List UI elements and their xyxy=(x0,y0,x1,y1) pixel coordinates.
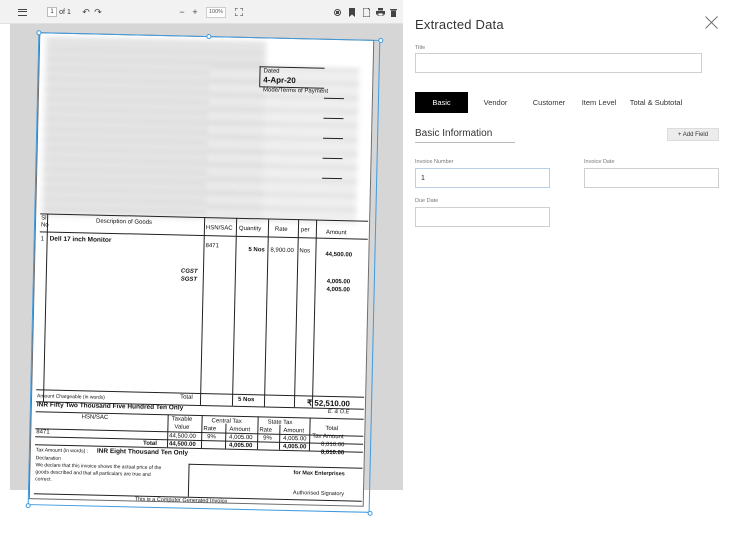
rotate-icon xyxy=(333,8,341,16)
invoice-number-input[interactable] xyxy=(415,168,550,188)
zoom-in-button[interactable]: + xyxy=(189,0,201,24)
bookmark-button[interactable] xyxy=(346,0,358,24)
invoice-date-label: Invoice Date xyxy=(584,159,615,165)
tab-bar: Basic Vendor Customer Item Level Total &… xyxy=(415,92,689,113)
title-input[interactable] xyxy=(415,53,702,73)
zoom-level[interactable]: 100% xyxy=(204,0,228,24)
section-title: Basic Information xyxy=(415,128,493,139)
hamburger-icon xyxy=(17,8,27,16)
print-button[interactable] xyxy=(374,0,386,24)
tab-vendor[interactable]: Vendor xyxy=(468,92,523,113)
print-icon xyxy=(375,8,385,16)
resize-handle[interactable] xyxy=(25,502,31,508)
zoom-out-button[interactable]: − xyxy=(176,0,188,24)
page-number-input[interactable]: 1 xyxy=(46,0,58,24)
viewer-toolbar: 1 of 1 ↶ ↷ − + 100% xyxy=(0,0,403,24)
invoice-date-input[interactable] xyxy=(584,168,719,188)
menu-button[interactable] xyxy=(12,0,32,24)
undo-icon[interactable]: ↶ xyxy=(80,0,92,24)
close-icon[interactable] xyxy=(704,15,719,30)
extracted-data-panel: Extracted Data Title Basic Vendor Custom… xyxy=(403,0,736,537)
bookmark-icon xyxy=(349,7,355,17)
page-count: of 1 xyxy=(59,8,71,16)
redo-icon[interactable]: ↷ xyxy=(92,0,104,24)
trash-icon xyxy=(389,8,397,17)
add-field-button[interactable]: + Add Field xyxy=(667,128,719,141)
selection-box[interactable] xyxy=(25,29,383,516)
resize-handle[interactable] xyxy=(35,29,41,35)
delete-button[interactable] xyxy=(387,0,399,24)
panel-title: Extracted Data xyxy=(415,17,504,32)
fullscreen-icon xyxy=(235,8,243,16)
tab-basic[interactable]: Basic xyxy=(415,92,468,113)
file-icon xyxy=(362,7,370,17)
tab-item-level[interactable]: Item Level xyxy=(575,92,623,113)
resize-handle[interactable] xyxy=(377,37,383,43)
invoice-number-label: Invoice Number xyxy=(415,159,454,165)
due-date-label: Due Date xyxy=(415,198,439,204)
fullscreen-button[interactable] xyxy=(233,0,245,24)
app-window: 1 of 1 ↶ ↷ − + 100% Dated 4-Apr-20 Mode/… xyxy=(0,0,736,537)
rotate-button[interactable] xyxy=(331,0,343,24)
section-divider xyxy=(415,142,515,143)
tab-total-subtotal[interactable]: Total & Subtotal xyxy=(623,92,689,113)
tab-customer[interactable]: Customer xyxy=(523,92,575,113)
due-date-input[interactable] xyxy=(415,207,550,227)
document-viewer: 1 of 1 ↶ ↷ − + 100% Dated 4-Apr-20 Mode/… xyxy=(0,0,403,537)
resize-handle[interactable] xyxy=(367,510,373,516)
title-field-label: Title xyxy=(415,45,426,51)
resize-handle[interactable] xyxy=(206,33,212,39)
download-button[interactable] xyxy=(360,0,372,24)
